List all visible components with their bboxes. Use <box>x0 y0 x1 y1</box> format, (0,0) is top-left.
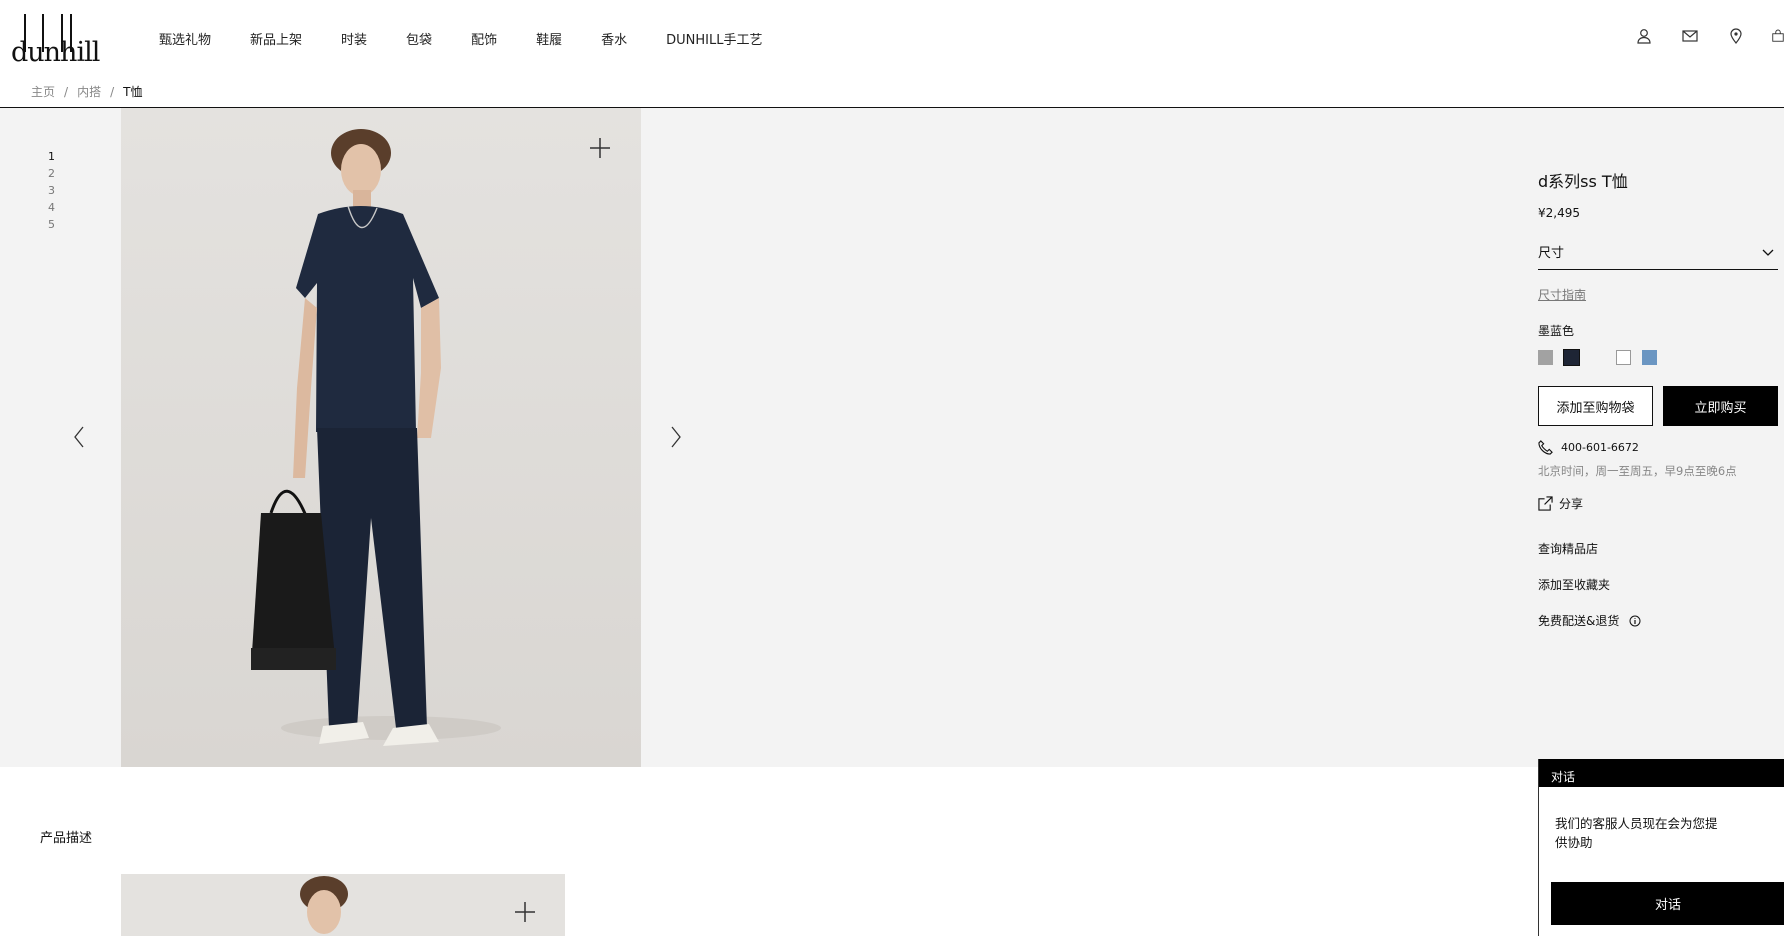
color-swatches <box>1538 349 1668 366</box>
main-nav: 甄选礼物 新品上架 时装 包袋 配饰 鞋履 香水 DUNHILL手工艺 <box>159 0 801 76</box>
add-to-wishlist-link[interactable]: 添加至收藏夹 <box>1538 576 1610 593</box>
service-hours: 北京时间，周一至周五，早9点至晚6点 <box>1538 464 1737 478</box>
nav-item-clothing[interactable]: 时装 <box>341 29 367 48</box>
phone-icon <box>1538 440 1553 455</box>
breadcrumb-separator: / <box>110 84 115 99</box>
find-store-link[interactable]: 查询精品店 <box>1538 540 1598 557</box>
gallery-index-item[interactable]: 2 <box>48 165 55 182</box>
product-image[interactable] <box>121 108 641 767</box>
nav-item-bags[interactable]: 包袋 <box>406 29 432 48</box>
nav-item-craftsmanship[interactable]: DUNHILL手工艺 <box>666 29 762 48</box>
chat-header[interactable]: 对话 <box>1539 759 1784 787</box>
model-photo-illustration <box>121 874 565 936</box>
model-photo-illustration <box>121 108 641 767</box>
share-icon <box>1538 496 1553 511</box>
chat-start-button[interactable]: 对话 <box>1551 882 1784 925</box>
color-swatch[interactable] <box>1616 350 1631 365</box>
nav-item-fragrance[interactable]: 香水 <box>601 29 627 48</box>
gallery-index-item[interactable]: 4 <box>48 199 55 216</box>
gallery-index-item[interactable]: 1 <box>48 148 55 165</box>
phone-number: 400-601-6672 <box>1561 441 1639 454</box>
buy-now-button[interactable]: 立即购买 <box>1663 386 1778 426</box>
dunhill-logo[interactable]: dunhill <box>11 14 100 66</box>
free-shipping-link[interactable]: 免费配送&退货 <box>1538 612 1641 629</box>
product-description-heading[interactable]: 产品描述 <box>40 827 92 846</box>
size-guide-link[interactable]: 尺寸指南 <box>1538 286 1586 303</box>
free-shipping-label: 免费配送&退货 <box>1538 614 1620 628</box>
nav-item-shoes[interactable]: 鞋履 <box>536 29 562 48</box>
chevron-down-icon <box>1762 246 1774 261</box>
nav-item-gifts[interactable]: 甄选礼物 <box>159 29 211 48</box>
color-swatch[interactable] <box>1538 350 1553 365</box>
gallery-index-item[interactable]: 5 <box>48 216 55 233</box>
color-swatch[interactable] <box>1563 349 1580 366</box>
gallery-index-item[interactable]: 3 <box>48 182 55 199</box>
breadcrumb-separator: / <box>64 84 69 99</box>
account-icon[interactable] <box>1634 26 1654 46</box>
chat-message: 我们的客服人员现在会为您提供协助 <box>1555 816 1718 850</box>
phone-contact[interactable]: 400-601-6672 <box>1538 440 1639 455</box>
zoom-plus-icon[interactable] <box>588 136 612 160</box>
nav-item-new-arrivals[interactable]: 新品上架 <box>250 29 302 48</box>
product-image-secondary[interactable] <box>121 874 565 936</box>
site-header: dunhill 甄选礼物 新品上架 时装 包袋 配饰 鞋履 香水 DUNHILL… <box>0 0 1784 77</box>
next-image-arrow[interactable] <box>665 422 687 452</box>
info-icon[interactable] <box>1629 615 1641 627</box>
previous-image-arrow[interactable] <box>68 422 90 452</box>
color-swatch[interactable] <box>1590 350 1605 365</box>
share-button[interactable]: 分享 <box>1538 495 1583 512</box>
shopping-bag-icon[interactable] <box>1772 26 1784 46</box>
gallery-index: 1 2 3 4 5 <box>48 148 55 233</box>
breadcrumb: 主页 / 内搭 / T恤 <box>0 76 1784 108</box>
product-title: d系列ss T恤 <box>1538 172 1628 191</box>
nav-item-accessories[interactable]: 配饰 <box>471 29 497 48</box>
logo-wordmark: dunhill <box>11 37 100 68</box>
chat-widget: 对话 我们的客服人员现在会为您提供协助 对话 <box>1538 759 1784 936</box>
product-stage: 1 2 3 4 5 <box>0 108 1784 767</box>
share-label: 分享 <box>1559 497 1584 511</box>
zoom-plus-icon[interactable] <box>513 900 537 924</box>
breadcrumb-home[interactable]: 主页 <box>31 83 55 100</box>
header-utilities <box>1608 26 1784 46</box>
color-name: 墨蓝色 <box>1538 324 1575 338</box>
location-icon[interactable] <box>1726 26 1746 46</box>
product-price: ¥2,495 <box>1538 206 1580 220</box>
mail-icon[interactable] <box>1680 26 1700 46</box>
size-select-label: 尺寸 <box>1538 246 1565 261</box>
add-to-bag-button[interactable]: 添加至购物袋 <box>1538 386 1653 426</box>
breadcrumb-category[interactable]: 内搭 <box>77 83 101 100</box>
breadcrumb-current: T恤 <box>123 85 143 99</box>
color-swatch[interactable] <box>1642 350 1657 365</box>
size-select[interactable]: 尺寸 <box>1538 242 1778 270</box>
